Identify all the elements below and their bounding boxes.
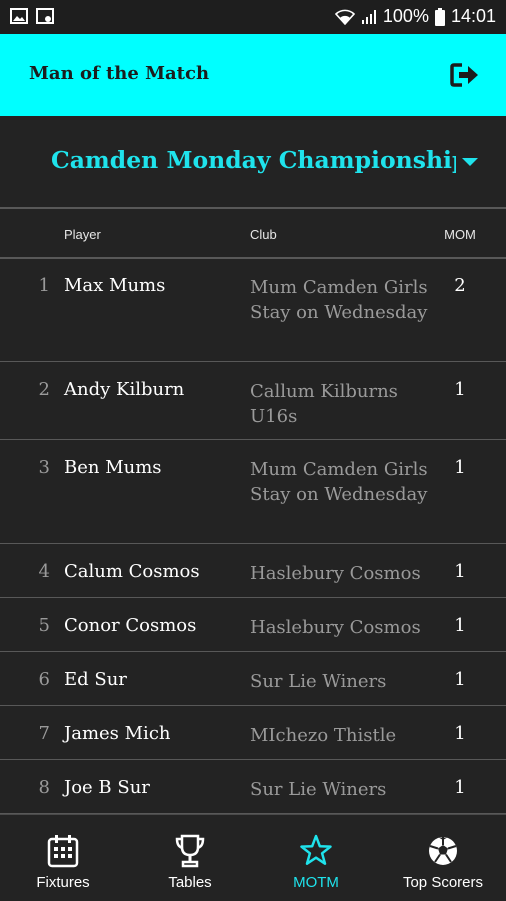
club-name: Sur Lie Winers [250,671,387,692]
nav-item-top-scorers[interactable]: Top Scorers [380,815,506,901]
player-name: Calum Cosmos [64,561,200,582]
player-name: James Mich [64,723,171,744]
club-name: Sur Lie Winers [250,779,387,800]
screenshot-notification-icon [36,8,54,24]
mom-count: 1 [454,561,466,582]
table-row[interactable]: 1 Max Mums Mum Camden Girls Stay on Wedn… [0,259,506,362]
status-right: 100% 14:01 [334,6,496,27]
logout-icon [450,63,478,87]
nav-label: Top Scorers [402,874,484,891]
table-row[interactable]: 2 Andy Kilburn Callum Kilburns U16s 1 [0,363,506,440]
club-name: Mum Camden Girls Stay on Wednesday [250,277,428,323]
nav-item-tables[interactable]: Tables [127,815,253,901]
nav-item-motm[interactable]: MOTM [253,815,379,901]
mom-count: 1 [454,379,466,400]
app-bar: Man of the Match [0,34,506,116]
nav-item-fixtures[interactable]: Fixtures [0,815,126,901]
table-row[interactable]: 5 Conor Cosmos Haslebury Cosmos 1 [0,599,506,652]
rank: 6 [38,669,50,690]
rank: 1 [38,275,50,296]
column-header-club: Club [250,227,277,242]
clock: 14:01 [450,6,496,26]
trophy-icon [175,834,205,868]
rank: 3 [38,457,50,478]
wifi-icon [334,9,355,25]
gallery-notification-icon [10,8,28,24]
mom-count: 1 [454,777,466,798]
column-header-mom: MOM [444,227,476,242]
dropdown-caret-icon [462,158,478,166]
player-name: Andy Kilburn [64,379,185,400]
star-icon [300,834,332,865]
player-name: Joe B Sur [64,777,150,798]
table-row[interactable]: 4 Calum Cosmos Haslebury Cosmos 1 [0,545,506,598]
player-name: Ben Mums [64,457,162,478]
status-left [10,7,54,25]
rank: 2 [38,379,50,400]
divider [0,207,506,209]
club-name: Callum Kilburns U16s [250,381,398,427]
rank: 5 [38,615,50,636]
table-row[interactable]: 8 Joe B Sur Sur Lie Winers 1 [0,761,506,814]
mom-count: 1 [454,723,466,744]
club-name: Haslebury Cosmos [250,563,421,584]
competition-selector[interactable]: Camden Monday Championship [0,116,506,208]
club-name: MIchezo Thistle [250,725,397,746]
calendar-icon [47,835,79,868]
table-row[interactable]: 6 Ed Sur Sur Lie Winers 1 [0,653,506,706]
table-row[interactable]: 7 James Mich MIchezo Thistle 1 [0,707,506,760]
status-bar: 100% 14:01 [0,0,506,34]
battery-percent: 100% [382,6,429,26]
logout-button[interactable] [450,62,480,88]
page-title: Man of the Match [29,63,210,84]
nav-label: Tables [168,874,212,891]
mom-count: 1 [454,669,466,690]
mom-count: 2 [454,275,466,296]
club-name: Mum Camden Girls Stay on Wednesday [250,459,428,505]
competition-name: Camden Monday Championship [51,146,456,174]
battery-icon [434,7,445,26]
rank: 7 [38,723,50,744]
column-header-player: Player [64,227,101,242]
player-name: Max Mums [64,275,166,296]
mom-count: 1 [454,457,466,478]
player-name: Conor Cosmos [64,615,197,636]
table-row[interactable]: 3 Ben Mums Mum Camden Girls Stay on Wedn… [0,441,506,544]
nav-label: Fixtures [36,874,90,891]
signal-icon [361,9,376,24]
player-name: Ed Sur [64,669,127,690]
rank: 4 [38,561,50,582]
football-icon [429,837,457,865]
bottom-nav: Fixtures Tables MOTM Top Scorers [0,814,506,901]
club-name: Haslebury Cosmos [250,617,421,638]
mom-count: 1 [454,615,466,636]
nav-label: MOTM [293,874,339,891]
rank: 8 [38,777,50,798]
